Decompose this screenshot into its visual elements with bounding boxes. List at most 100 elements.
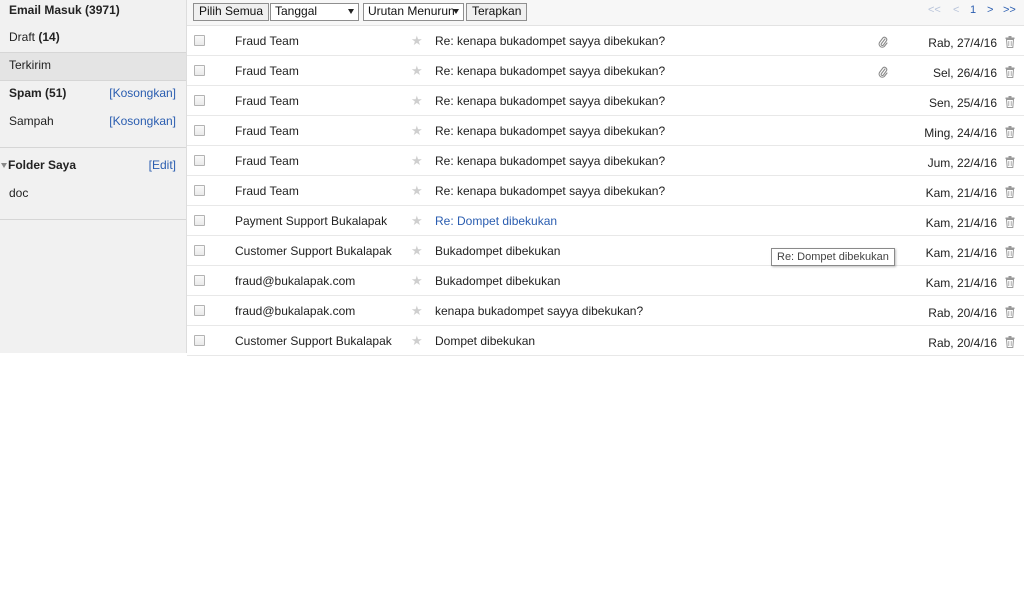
row-checkbox[interactable] <box>194 95 205 106</box>
star-icon[interactable]: ★ <box>411 124 423 138</box>
row-checkbox[interactable] <box>194 65 205 76</box>
star-icon[interactable]: ★ <box>411 34 423 48</box>
paperclip-icon <box>878 65 888 79</box>
email-row[interactable]: Fraud Team ★ Re: kenapa bukadompet sayya d… <box>187 116 1024 146</box>
email-subject[interactable]: Re: kenapa bukadompet sayya dibekukan? <box>435 154 665 168</box>
pager-last[interactable]: >> <box>1003 4 1016 16</box>
star-icon[interactable]: ★ <box>411 304 423 318</box>
email-row[interactable]: Fraud Team ★ Re: kenapa bukadompet sayya d… <box>187 86 1024 116</box>
email-sender: Fraud Team <box>235 154 299 168</box>
empty-spam-link[interactable]: [Kosongkan] <box>109 79 176 107</box>
pager-current-page[interactable]: 1 <box>970 4 976 16</box>
trash-icon[interactable] <box>1005 66 1015 78</box>
email-sender: Customer Support Bukalapak <box>235 334 392 348</box>
email-date: Kam, 21/4/16 <box>925 276 997 290</box>
row-checkbox[interactable] <box>194 185 205 196</box>
dropdown-caret-icon <box>453 9 459 14</box>
email-subject[interactable]: Re: kenapa bukadompet sayya dibekukan? <box>435 64 665 78</box>
row-checkbox[interactable] <box>194 155 205 166</box>
pager-first[interactable]: << <box>928 4 941 16</box>
email-subject[interactable]: Bukadompet dibekukan <box>435 274 560 288</box>
trash-icon[interactable] <box>1005 216 1015 228</box>
email-row[interactable]: Fraud Team ★ Re: kenapa bukadompet sayya d… <box>187 26 1024 56</box>
email-row[interactable]: fraud@bukalapak.com ★ kenapa bukadompet sa… <box>187 296 1024 326</box>
trash-icon[interactable] <box>1005 126 1015 138</box>
email-date: Sen, 25/4/16 <box>928 96 997 110</box>
email-subject[interactable]: Re: kenapa bukadompet sayya dibekukan? <box>435 34 665 48</box>
select-all-button[interactable]: Pilih Semua <box>193 3 270 21</box>
email-subject[interactable]: Dompet dibekukan <box>435 334 535 348</box>
empty-trash-link[interactable]: [Kosongkan] <box>109 107 176 135</box>
email-subject[interactable]: kenapa bukadompet sayya dibekukan? <box>435 304 643 318</box>
apply-button[interactable]: Terapkan <box>466 3 528 21</box>
email-date: Rab, 20/4/16 <box>928 336 997 350</box>
email-subject[interactable]: Re: Dompet dibekukan <box>435 214 557 228</box>
trash-icon[interactable] <box>1005 306 1015 318</box>
email-row[interactable]: Payment Support Bukalapak ★ Re: Dompet dib… <box>187 206 1024 236</box>
sidebar-item-spam[interactable]: Spam (51) [Kosongkan] <box>0 79 186 107</box>
row-checkbox[interactable] <box>194 245 205 256</box>
email-date: Rab, 20/4/16 <box>928 306 997 320</box>
email-subject[interactable]: Re: kenapa bukadompet sayya dibekukan? <box>435 184 665 198</box>
star-icon[interactable]: ★ <box>411 154 423 168</box>
email-row[interactable]: fraud@bukalapak.com ★ Bukadompet dibekukan… <box>187 266 1024 296</box>
sidebar-item-label: Spam <box>9 86 42 100</box>
edit-folders-link[interactable]: [Edit] <box>149 151 176 179</box>
paperclip-icon <box>878 35 888 49</box>
email-sender: fraud@bukalapak.com <box>235 274 356 288</box>
email-date: Ming, 24/4/16 <box>924 126 997 140</box>
row-checkbox[interactable] <box>194 125 205 136</box>
email-subject[interactable]: Re: kenapa bukadompet sayya dibekukan? <box>435 124 665 138</box>
row-checkbox[interactable] <box>194 35 205 46</box>
row-checkbox[interactable] <box>194 275 205 286</box>
divider <box>0 147 186 148</box>
sort-field-select[interactable]: Tanggal <box>270 3 359 21</box>
email-row[interactable]: Fraud Team ★ Re: kenapa bukadompet sayya d… <box>187 56 1024 86</box>
subject-tooltip: Re: Dompet dibekukan <box>771 248 895 266</box>
pager-prev[interactable]: < <box>953 4 959 16</box>
email-date: Rab, 27/4/16 <box>928 36 997 50</box>
star-icon[interactable]: ★ <box>411 244 423 258</box>
star-icon[interactable]: ★ <box>411 94 423 108</box>
email-row[interactable]: Customer Support Bukalapak ★ Bukadompet di… <box>187 236 1024 266</box>
sidebar-item-sent[interactable]: Terkirim <box>0 52 186 81</box>
email-subject[interactable]: Re: kenapa bukadompet sayya dibekukan? <box>435 94 665 108</box>
star-icon[interactable]: ★ <box>411 64 423 78</box>
star-icon[interactable]: ★ <box>411 184 423 198</box>
sidebar-item-draft[interactable]: Draft (14) <box>0 23 186 51</box>
trash-icon[interactable] <box>1005 186 1015 198</box>
trash-icon[interactable] <box>1005 96 1015 108</box>
email-sender: Payment Support Bukalapak <box>235 214 388 228</box>
email-row[interactable]: Fraud Team ★ Re: kenapa bukadompet sayya d… <box>187 146 1024 176</box>
email-subject[interactable]: Bukadompet dibekukan <box>435 244 560 258</box>
trash-icon[interactable] <box>1005 246 1015 258</box>
email-date: Kam, 21/4/16 <box>925 186 997 200</box>
star-icon[interactable]: ★ <box>411 214 423 228</box>
sort-order-select[interactable]: Urutan Menurun <box>363 3 464 21</box>
email-sender: Fraud Team <box>235 64 299 78</box>
row-checkbox[interactable] <box>194 335 205 346</box>
email-row[interactable]: Fraud Team ★ Re: kenapa bukadompet sayya d… <box>187 176 1024 206</box>
trash-icon[interactable] <box>1005 336 1015 348</box>
pager-next[interactable]: > <box>987 4 993 16</box>
folder-item-doc[interactable]: doc <box>0 179 186 207</box>
trash-icon[interactable] <box>1005 276 1015 288</box>
sort-order-value: Urutan Menurun <box>368 4 455 18</box>
sidebar: Email Masuk (3971) Draft (14) Terkirim S… <box>0 0 187 353</box>
trash-icon[interactable] <box>1005 36 1015 48</box>
email-sender: Customer Support Bukalapak <box>235 244 392 258</box>
email-row[interactable]: Customer Support Bukalapak ★ Dompet dibeku… <box>187 326 1024 356</box>
email-list: Fraud Team ★ Re: kenapa bukadompet sayya d… <box>187 26 1024 356</box>
collapse-triangle-icon[interactable] <box>1 163 7 168</box>
row-checkbox[interactable] <box>194 215 205 226</box>
sort-field-value: Tanggal <box>275 4 318 18</box>
sidebar-item-inbox[interactable]: Email Masuk (3971) <box>0 0 186 24</box>
star-icon[interactable]: ★ <box>411 334 423 348</box>
trash-icon[interactable] <box>1005 156 1015 168</box>
sidebar-item-trash[interactable]: Sampah [Kosongkan] <box>0 107 186 135</box>
row-checkbox[interactable] <box>194 305 205 316</box>
folder-header[interactable]: Folder Saya [Edit] <box>0 151 186 179</box>
email-sender: Fraud Team <box>235 124 299 138</box>
star-icon[interactable]: ★ <box>411 274 423 288</box>
sidebar-item-label: Sampah <box>9 114 54 128</box>
